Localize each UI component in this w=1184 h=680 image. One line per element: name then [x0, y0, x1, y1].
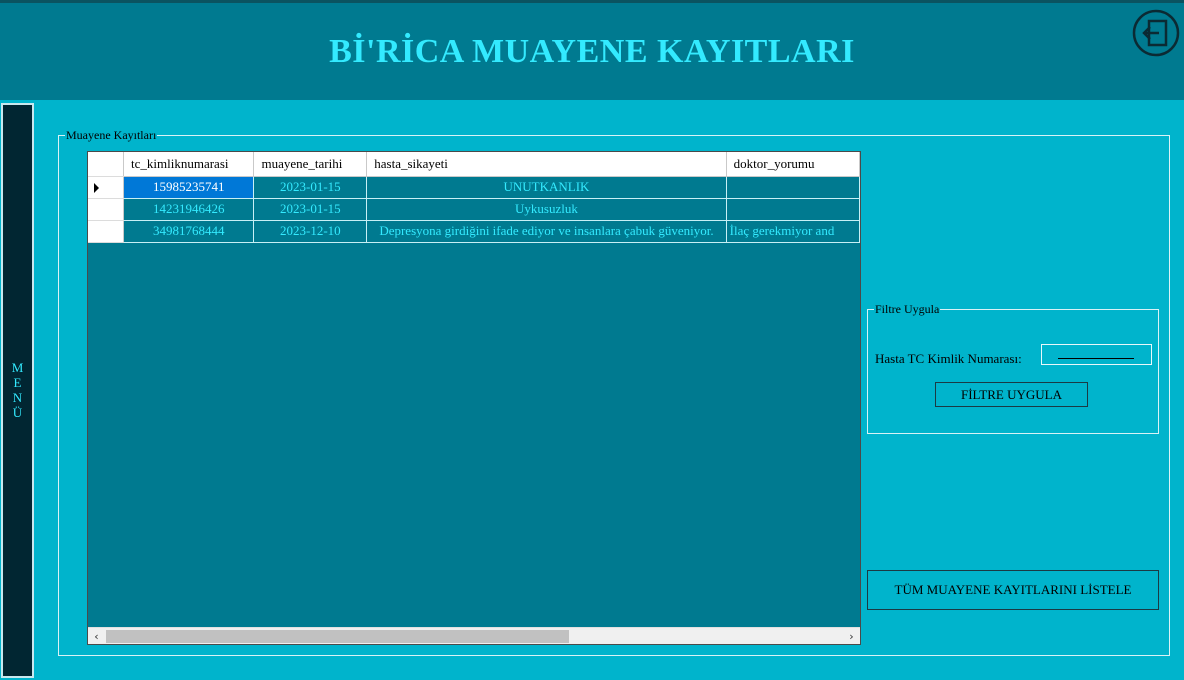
- menu-letter: N: [12, 390, 23, 405]
- apply-filter-button[interactable]: FİLTRE UYGULA: [935, 382, 1088, 407]
- menu-letter: Ü: [12, 405, 23, 420]
- column-header-complaint[interactable]: hasta_sikayeti: [366, 152, 727, 177]
- header-bar: Bİ'RİCA MUAYENE KAYITLARI: [0, 3, 1184, 100]
- cell-complaint[interactable]: Uykusuzluk: [366, 198, 727, 221]
- list-all-records-button[interactable]: TÜM MUAYENE KAYITLARINI LİSTELE: [867, 570, 1159, 610]
- menu-label: M E N Ü: [3, 360, 32, 420]
- cell-comment[interactable]: İlaç gerekmiyor and: [726, 220, 860, 243]
- scrollbar-thumb[interactable]: [106, 630, 569, 643]
- records-datagrid[interactable]: tc_kimliknumarasi muayene_tarihi hasta_s…: [87, 151, 861, 645]
- tc-number-label: Hasta TC Kimlik Numarası:: [875, 351, 1022, 366]
- page-title: Bİ'RİCA MUAYENE KAYITLARI: [329, 33, 855, 70]
- cell-tc[interactable]: 14231946426: [123, 198, 255, 221]
- exit-door-arrow-icon: [1132, 9, 1180, 57]
- table-row[interactable]: 34981768444 2023-12-10 Depresyona girdiğ…: [88, 220, 860, 243]
- scroll-right-icon[interactable]: ›: [843, 628, 860, 644]
- column-header-comment[interactable]: doktor_yorumu: [726, 152, 860, 177]
- row-header-cell[interactable]: [88, 176, 125, 199]
- column-header-tc[interactable]: tc_kimliknumarasi: [123, 152, 255, 177]
- cell-date[interactable]: 2023-01-15: [253, 176, 368, 199]
- column-header-date[interactable]: muayene_tarihi: [253, 152, 368, 177]
- filter-groupbox: Filtre Uygula: [867, 302, 1159, 434]
- exit-button[interactable]: [1132, 9, 1180, 57]
- cell-complaint[interactable]: Depresyona girdiğini ifade ediyor ve ins…: [366, 220, 727, 243]
- side-menu-button[interactable]: M E N Ü: [1, 103, 34, 678]
- cell-tc[interactable]: 34981768444: [123, 220, 255, 243]
- menu-letter: M: [11, 360, 24, 375]
- table-row[interactable]: 14231946426 2023-01-15 Uykusuzluk: [88, 198, 860, 221]
- cell-comment[interactable]: [726, 198, 860, 221]
- tc-number-input[interactable]: [1041, 344, 1152, 365]
- records-table: tc_kimliknumarasi muayene_tarihi hasta_s…: [88, 152, 860, 243]
- filter-group-legend: Filtre Uygula: [875, 302, 940, 316]
- table-row[interactable]: 15985235741 2023-01-15 UNUTKANLIK: [88, 176, 860, 199]
- corner-header-cell[interactable]: [88, 152, 125, 177]
- row-header-cell[interactable]: [88, 220, 125, 243]
- input-mask-underline: [1058, 358, 1134, 359]
- row-header-cell[interactable]: [88, 198, 125, 221]
- cell-date[interactable]: 2023-12-10: [253, 220, 368, 243]
- current-row-arrow-icon: [94, 182, 99, 193]
- cell-date[interactable]: 2023-01-15: [253, 198, 368, 221]
- records-group-legend: Muayene Kayıtları: [66, 128, 157, 142]
- cell-complaint[interactable]: UNUTKANLIK: [366, 176, 727, 199]
- scroll-left-icon[interactable]: ‹: [88, 628, 105, 644]
- cell-comment[interactable]: [726, 176, 860, 199]
- cell-tc[interactable]: 15985235741: [123, 176, 255, 199]
- header-row: tc_kimliknumarasi muayene_tarihi hasta_s…: [88, 152, 860, 177]
- menu-letter: E: [13, 375, 22, 390]
- horizontal-scrollbar[interactable]: ‹ ›: [88, 627, 860, 644]
